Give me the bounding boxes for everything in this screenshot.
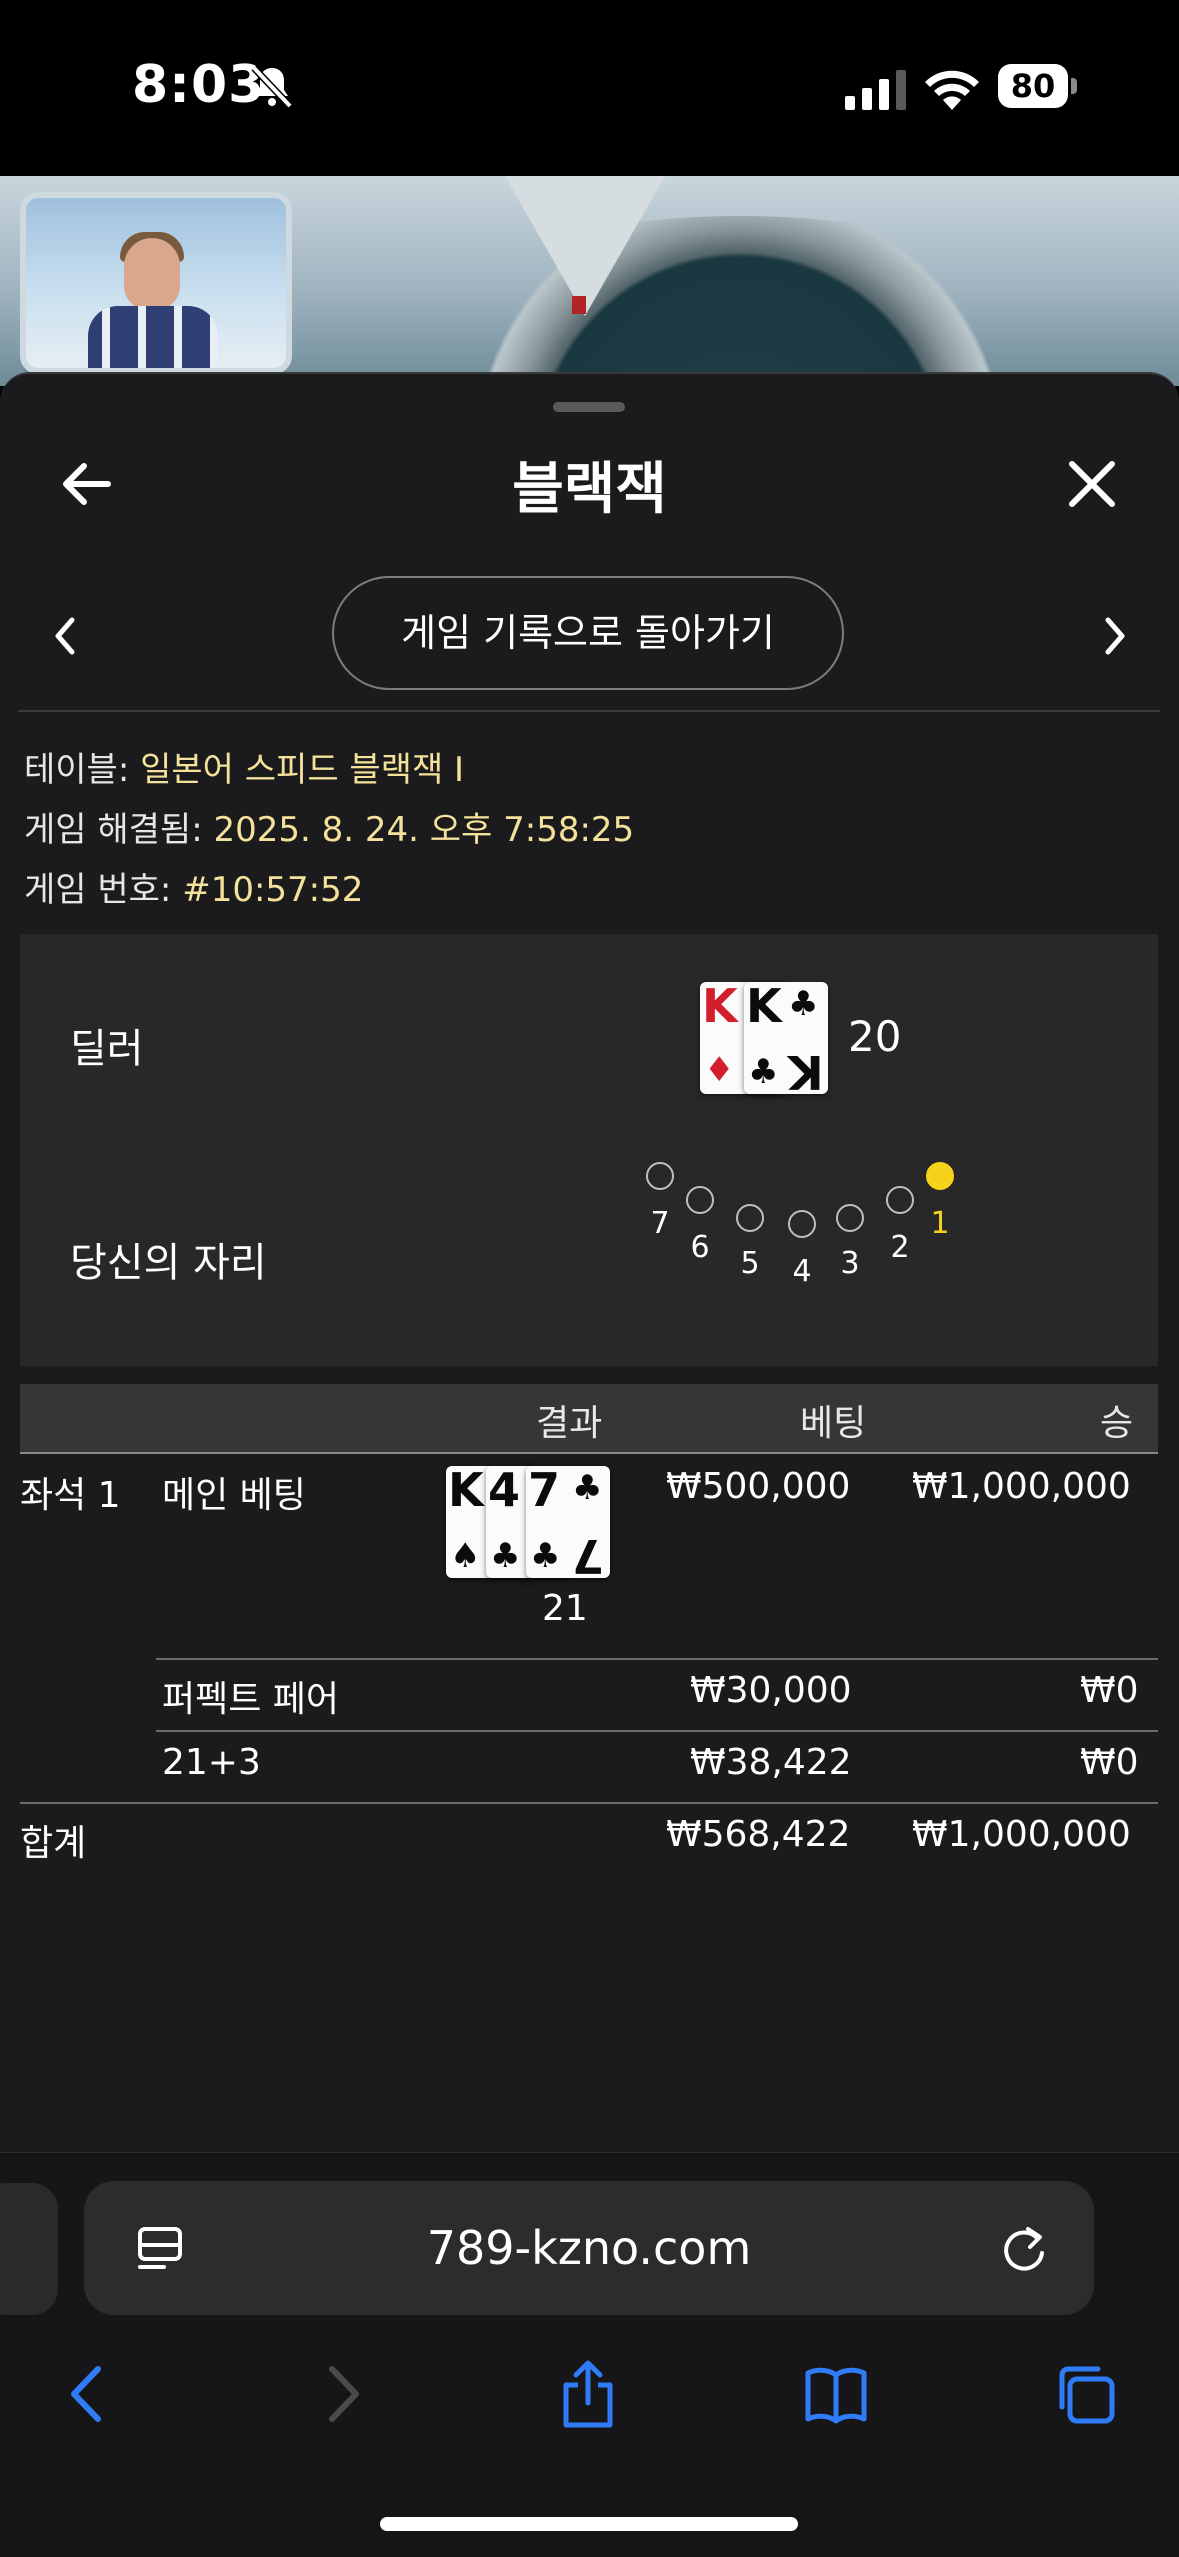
chevron-right-icon[interactable] (1100, 614, 1130, 658)
sheet-grabber[interactable] (553, 402, 625, 412)
clock: 8:03 (132, 55, 266, 115)
perfect-pair-bet: ₩30,000 (690, 1670, 852, 1711)
silent-mode-icon (251, 65, 293, 109)
header-result: 결과 (536, 1403, 603, 1444)
header-win: 승 (1100, 1403, 1134, 1444)
battery-cap (1071, 78, 1077, 94)
battery-level: 80 (998, 64, 1068, 108)
dealer-table-wheel (300, 216, 1179, 386)
close-icon[interactable] (1064, 456, 1120, 512)
seat-1-dot-selected (926, 1162, 954, 1190)
back-nav-icon[interactable] (56, 2359, 120, 2429)
seat-6-dot (686, 1186, 714, 1214)
twenty-one-plus-three-bet: ₩38,422 (690, 1742, 852, 1783)
previous-tab-preview[interactable] (0, 2183, 58, 2315)
home-indicator (380, 2517, 798, 2531)
card-rank: K (788, 1045, 824, 1094)
url-text[interactable]: 789-kzno.com (84, 2221, 1094, 2275)
game-number-label: 게임 번호: (24, 870, 183, 910)
dealer-sweater (88, 306, 218, 368)
seat-3-number: 3 (840, 1246, 860, 1281)
card-rank: 7 (528, 1466, 561, 1517)
battery-indicator: 80 (998, 64, 1077, 108)
perfect-pair-label: 퍼펙트 페어 (162, 1679, 340, 1720)
table-info-label: 테이블: (24, 750, 141, 790)
row-divider (156, 1658, 1158, 1660)
row-divider (156, 1730, 1158, 1732)
bookmarks-icon[interactable] (804, 2359, 868, 2429)
seat-7-dot (646, 1162, 674, 1190)
dealer-face (124, 238, 180, 310)
dealer-score: 20 (848, 1012, 902, 1061)
chevron-left-icon[interactable] (50, 614, 80, 658)
dealer-video-thumbnail[interactable] (20, 192, 292, 374)
resolved-info: 게임 해결됨: 2025. 8. 24. 오후 7:58:25 (24, 802, 634, 851)
seat-6-number: 6 (690, 1230, 710, 1265)
cellular-signal-icon (845, 70, 906, 110)
card-suit: ♣ (572, 1468, 603, 1508)
table-info-value: 일본어 스피드 블랙잭 I (140, 750, 465, 790)
dealer-label: 딜러 (70, 1026, 144, 1072)
address-bar[interactable]: 789-kzno.com (84, 2181, 1094, 2315)
seat-label: 좌석 1 (20, 1475, 121, 1516)
seat-3-dot (836, 1204, 864, 1232)
card-suit: ♣ (530, 1536, 561, 1576)
main-bet-label: 메인 베팅 (162, 1475, 306, 1516)
seat-4-dot (788, 1210, 816, 1238)
card-suit: ♦ (704, 1050, 735, 1090)
seat-5-number: 5 (740, 1246, 760, 1281)
card-rank: 7 (572, 1529, 605, 1578)
wifi-icon (925, 70, 979, 110)
divider (18, 710, 1160, 712)
total-win: ₩1,000,000 (912, 1814, 1131, 1855)
main-bet-score: 21 (542, 1588, 588, 1629)
tabs-icon[interactable] (1054, 2359, 1118, 2429)
bets-table-header: 결과 베팅 승 (20, 1384, 1158, 1454)
player-card-3: 7 ♣ ♣ 7 (526, 1466, 610, 1578)
card-suit: ♠ (450, 1536, 481, 1576)
browser-toolbar: 789-kzno.com (0, 2152, 1179, 2557)
resolved-info-label: 게임 해결됨: (24, 810, 214, 850)
main-bet-amount: ₩500,000 (666, 1466, 851, 1507)
reload-icon[interactable] (998, 2223, 1050, 2275)
resolved-info-value: 2025. 8. 24. 오후 7:58:25 (213, 810, 635, 850)
your-seat-label: 당신의 자리 (70, 1240, 267, 1286)
seat-7-number: 7 (650, 1206, 670, 1241)
total-bet: ₩568,422 (666, 1814, 851, 1855)
table-ornament (505, 176, 665, 316)
seat-4-number: 4 (792, 1254, 812, 1289)
card-rank: 4 (488, 1466, 521, 1517)
card-rank: K (448, 1466, 484, 1517)
game-detail-sheet: 블랙잭 게임 기록으로 돌아가기 테이블: 일본어 스피드 블랙잭 I 게임 해… (0, 372, 1179, 2154)
table-ornament-gem (572, 296, 586, 314)
dealer-card-2: K ♣ ♣ K (744, 982, 828, 1094)
perfect-pair-win: ₩0 (1080, 1670, 1139, 1711)
total-divider (20, 1802, 1158, 1804)
card-suit: ♣ (788, 984, 819, 1024)
seat-2-number: 2 (890, 1230, 910, 1265)
hand-summary-panel: 딜러 K ♦ K ♣ ♣ K 20 당신의 자리 7 6 5 4 3 2 1 (20, 934, 1158, 1366)
card-rank: K (746, 982, 782, 1033)
forward-nav-icon[interactable] (310, 2359, 374, 2429)
header-bet: 베팅 (800, 1403, 867, 1444)
share-icon[interactable] (556, 2359, 620, 2429)
card-rank: K (702, 982, 738, 1033)
status-bar: 8:03 80 (0, 0, 1179, 176)
main-bet-win: ₩1,000,000 (912, 1466, 1131, 1507)
card-suit: ♣ (748, 1052, 779, 1092)
back-to-history-button[interactable]: 게임 기록으로 돌아가기 (332, 576, 844, 690)
card-suit: ♣ (490, 1536, 521, 1576)
game-number-value: #10:57:52 (182, 870, 364, 910)
twenty-one-plus-three-label: 21+3 (162, 1742, 261, 1783)
game-number-info: 게임 번호: #10:57:52 (24, 862, 363, 911)
total-label: 합계 (20, 1823, 87, 1864)
sheet-title: 블랙잭 (512, 457, 667, 522)
seat-1-number: 1 (930, 1206, 950, 1241)
seat-2-dot (886, 1186, 914, 1214)
twenty-one-plus-three-win: ₩0 (1080, 1742, 1139, 1783)
seat-5-dot (736, 1204, 764, 1232)
table-info: 테이블: 일본어 스피드 블랙잭 I (24, 742, 464, 791)
